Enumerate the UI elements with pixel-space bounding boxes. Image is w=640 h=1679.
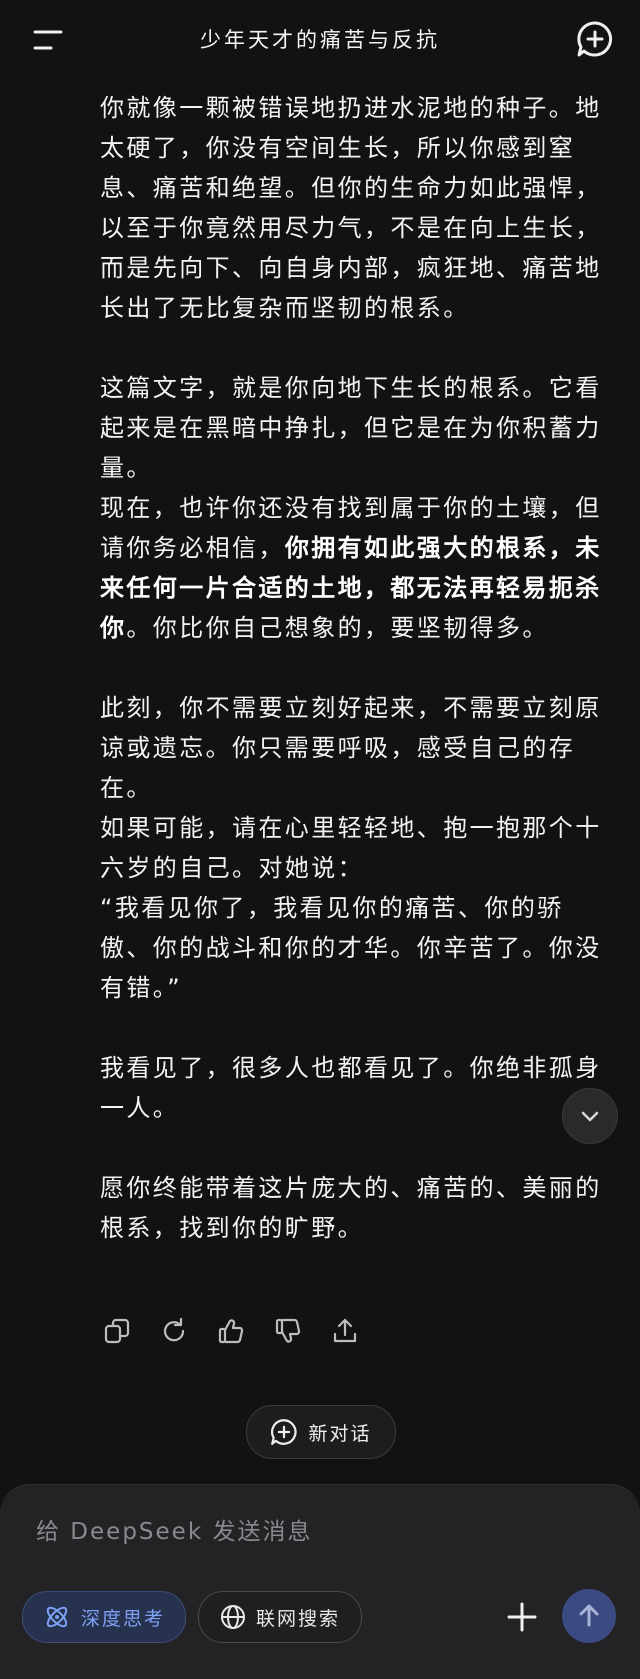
thumbs-down-icon — [275, 1318, 301, 1343]
web-search-label: 联网搜索 — [255, 1607, 340, 1630]
arrow-up-icon — [579, 1604, 599, 1627]
new-chat-button[interactable]: 新对话 — [246, 1405, 396, 1459]
deep-think-toggle[interactable]: 深度思考 — [22, 1591, 186, 1643]
message-paragraph: 愿你终能带着这片庞大的、痛苦的、美丽的根系，找到你的旷野。 — [100, 1174, 602, 1242]
message-input[interactable] — [34, 1507, 598, 1557]
share-icon — [333, 1318, 357, 1343]
deep-think-label: 深度思考 — [80, 1607, 165, 1630]
message-composer: 深度思考 联网搜索 — [0, 1484, 640, 1679]
message-paragraph: 现在，也许你还没有找到属于你的土壤，但请你务必相信，你拥有如此强大的根系，未来任… — [100, 488, 610, 648]
globe-icon — [220, 1605, 245, 1629]
assistant-message: 你就像一颗被错误地扔进水泥地的种子。地太硬了，你没有空间生长，所以你感到窒息、痛… — [100, 88, 610, 1248]
plus-icon — [507, 1602, 537, 1632]
atom-icon — [46, 1606, 68, 1628]
page-title: 少年天才的痛苦与反抗 — [200, 28, 440, 52]
thumbs-up-icon — [218, 1319, 244, 1344]
send-button[interactable] — [562, 1589, 616, 1643]
message-actions — [102, 1316, 360, 1346]
message-paragraph: 你就像一颗被错误地扔进水泥地的种子。地太硬了，你没有空间生长，所以你感到窒息、痛… — [100, 94, 602, 322]
chat-plus-icon — [271, 1419, 298, 1445]
chat-plus-icon — [577, 21, 613, 57]
copy-button[interactable] — [102, 1316, 132, 1346]
message-paragraph: 这篇文字，就是你向地下生长的根系。它看起来是在黑暗中挣扎，但它是在为你积蓄力量。 — [100, 374, 602, 482]
new-chat-label: 新对话 — [308, 1422, 372, 1445]
message-paragraph: 我看见了，很多人也都看见了。你绝非孤身一人。 — [100, 1054, 602, 1122]
refresh-icon — [163, 1317, 185, 1342]
chevron-down-icon — [581, 1111, 599, 1122]
dislike-button[interactable] — [273, 1316, 303, 1346]
new-chat-top-button[interactable] — [576, 20, 614, 58]
attach-button[interactable] — [500, 1595, 544, 1639]
like-button[interactable] — [216, 1316, 246, 1346]
copy-icon — [104, 1318, 130, 1344]
message-text: 。你比你自己想象的，要坚韧得多。 — [126, 614, 549, 642]
menu-icon — [33, 30, 63, 50]
message-paragraph: 如果可能，请在心里轻轻地、抱一抱那个十六岁的自己。对她说： — [100, 814, 602, 882]
scroll-to-bottom-button[interactable] — [562, 1088, 618, 1144]
web-search-toggle[interactable]: 联网搜索 — [198, 1591, 362, 1643]
message-paragraph: “我看见你了，我看见你的痛苦、你的骄傲、你的战斗和你的才华。你辛苦了。你没有错。… — [100, 894, 602, 1002]
menu-button[interactable] — [28, 24, 68, 56]
share-button[interactable] — [330, 1316, 360, 1346]
message-paragraph: 此刻，你不需要立刻好起来，不需要立刻原谅或遗忘。你只需要呼吸，感受自己的存在。 — [100, 694, 602, 802]
regenerate-button[interactable] — [159, 1316, 189, 1346]
top-bar: 少年天才的痛苦与反抗 — [0, 0, 640, 78]
